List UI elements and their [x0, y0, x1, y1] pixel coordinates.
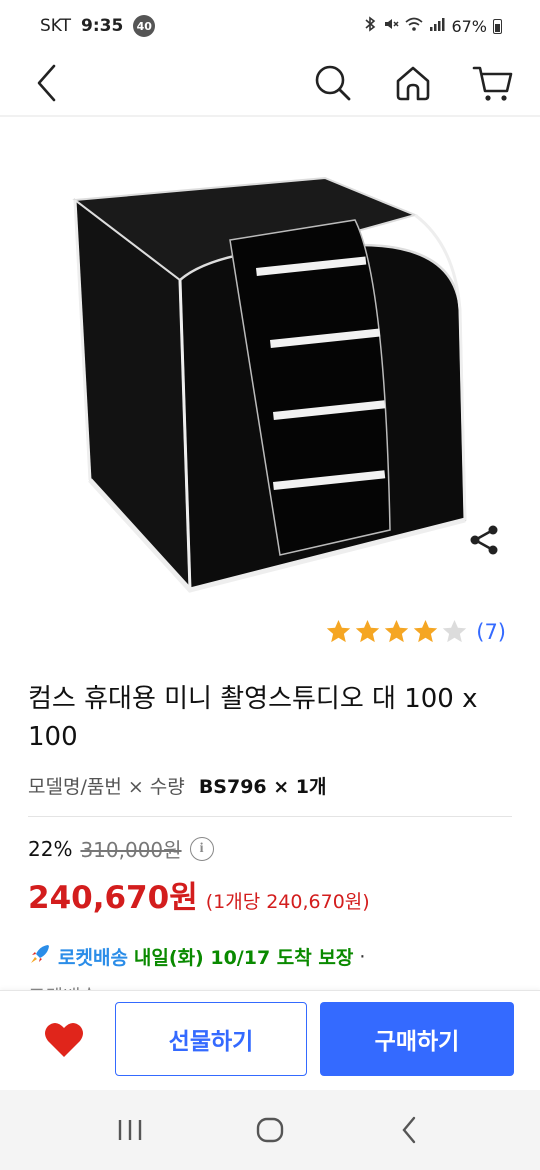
wishlist-button[interactable]: [42, 1019, 86, 1061]
search-button[interactable]: [310, 60, 356, 106]
mute-icon: [383, 16, 399, 36]
recent-apps-icon: [118, 1120, 142, 1140]
option-value: BS796 × 1개: [198, 776, 327, 798]
buy-button[interactable]: 구매하기: [320, 1002, 514, 1076]
battery-icon: [493, 18, 502, 34]
home-circle-icon: [256, 1117, 284, 1143]
star-filled-icon: [327, 620, 351, 643]
arrival-guarantee: 내일(화) 10/17 도착 보장: [133, 947, 354, 969]
back-button[interactable]: [24, 60, 70, 106]
star-filled-icon: [414, 620, 438, 643]
star-filled-icon: [385, 620, 409, 643]
signal-icon: [429, 16, 445, 36]
rocket-icon: [28, 942, 52, 971]
price-line: 240,670원 (1개당 240,670원): [28, 872, 370, 917]
discount-line: 22% 310,000원 i: [28, 834, 214, 863]
battery-percent: 67%: [451, 16, 487, 36]
star-empty-icon: [443, 620, 467, 643]
wifi-icon: [405, 16, 423, 36]
home-button[interactable]: [390, 60, 436, 106]
heart-icon: [45, 1022, 83, 1057]
recent-apps-button[interactable]: [100, 1100, 160, 1160]
separator-dot: ·: [359, 945, 366, 968]
option-label: 모델명/품번 × 수량: [28, 776, 185, 798]
rating-stars: [325, 618, 468, 645]
home-system-button[interactable]: [240, 1100, 300, 1160]
original-price: 310,000원: [80, 838, 182, 862]
rating[interactable]: (7): [325, 618, 506, 645]
product-title: 컴스 휴대용 미니 촬영스튜디오 대 100 x 100: [28, 684, 478, 752]
cart-button[interactable]: [470, 60, 516, 106]
gift-button[interactable]: 선물하기: [115, 1002, 307, 1076]
top-nav: [0, 52, 540, 114]
system-back-icon: [402, 1116, 416, 1144]
status-bar: SKT 9:35 40 67%: [0, 0, 540, 52]
header-divider: [0, 115, 540, 117]
review-count[interactable]: (7): [476, 620, 506, 644]
section-divider: [28, 816, 512, 817]
system-nav-bar: [0, 1090, 540, 1170]
cart-icon: [472, 66, 513, 101]
info-icon[interactable]: i: [189, 836, 214, 861]
option-line: 모델명/품번 × 수량 BS796 × 1개: [28, 772, 327, 799]
share-icon: [470, 525, 498, 555]
rocket-delivery-badge: 로켓배송: [58, 947, 128, 969]
home-icon: [396, 66, 430, 101]
share-button[interactable]: [462, 518, 506, 562]
discount-rate: 22%: [28, 836, 73, 861]
product-image[interactable]: [60, 150, 480, 600]
back-icon: [37, 64, 56, 102]
status-right: 67%: [363, 16, 502, 36]
carrier-label: SKT: [40, 16, 72, 36]
clock: 9:35: [81, 16, 124, 36]
delivery-info: 로켓배송 내일(화) 10/17 도착 보장 ·: [28, 942, 528, 971]
search-icon: [315, 65, 351, 101]
notification-count-badge: 40: [133, 15, 156, 37]
star-filled-icon: [356, 620, 380, 643]
nav-actions: [310, 60, 516, 106]
bottom-action-bar: 선물하기 구매하기: [0, 990, 540, 1090]
sale-price: 240,670원: [28, 880, 198, 916]
bluetooth-icon: [363, 16, 377, 36]
unit-price: (1개당 240,670원): [205, 891, 370, 913]
status-left: SKT 9:35 40: [40, 15, 156, 37]
system-back-button[interactable]: [380, 1100, 440, 1160]
